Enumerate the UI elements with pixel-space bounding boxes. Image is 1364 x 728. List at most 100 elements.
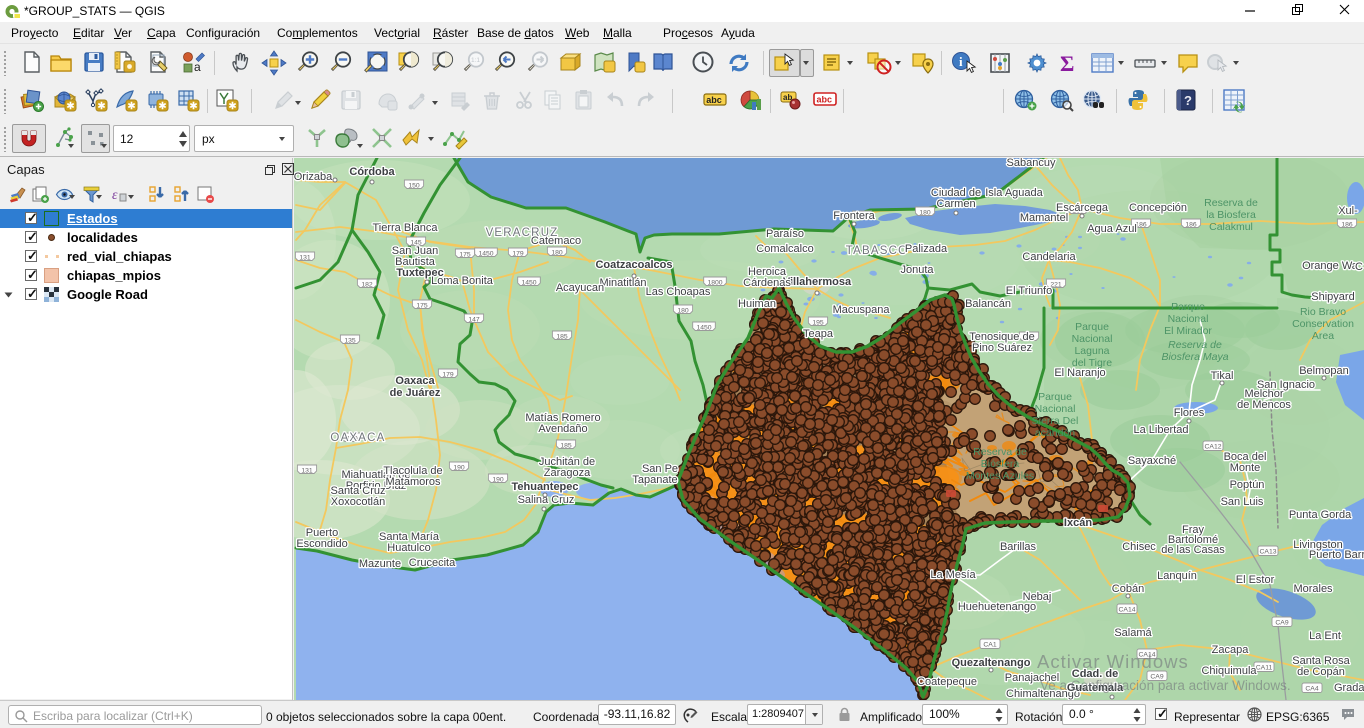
- svg-text:Puerto Barr: Puerto Barr: [1309, 549, 1364, 561]
- svg-text:Sierra Del: Sierra Del: [1032, 415, 1079, 427]
- svg-text:Catemaco: Catemaco: [531, 235, 581, 247]
- svg-text:El Estor: El Estor: [1236, 574, 1275, 586]
- svg-text:Candelaria: Candelaria: [1022, 251, 1076, 263]
- svg-text:180: 180: [919, 210, 931, 217]
- svg-text:Macuspana: Macuspana: [833, 304, 891, 316]
- svg-text:Orange Wa: Orange Wa: [1302, 260, 1359, 272]
- svg-text:Σ: Σ: [1060, 51, 1074, 75]
- svg-text:?: ?: [1184, 93, 1192, 108]
- svg-text:Poptún: Poptún: [1230, 479, 1265, 491]
- svg-text:131: 131: [299, 255, 311, 262]
- svg-text:CA14: CA14: [1118, 607, 1135, 614]
- svg-text:1450: 1450: [478, 251, 493, 258]
- svg-text:Escondido: Escondido: [296, 538, 347, 550]
- svg-text:Isla Aguada: Isla Aguada: [985, 187, 1043, 199]
- svg-text:Parque: Parque: [1171, 301, 1205, 313]
- svg-text:1450: 1450: [696, 325, 711, 332]
- svg-text:El Mirador: El Mirador: [1164, 325, 1212, 337]
- svg-text:Villahermosa: Villahermosa: [783, 276, 852, 288]
- svg-text:de Juárez: de Juárez: [390, 387, 441, 399]
- svg-text:Belmopan: Belmopan: [1299, 365, 1349, 377]
- svg-text:del Tigre: del Tigre: [1072, 357, 1112, 369]
- svg-text:Balancán: Balancán: [965, 298, 1011, 310]
- svg-text:135: 135: [344, 338, 356, 345]
- svg-text:Córdoba: Córdoba: [349, 166, 395, 178]
- svg-text:Tehuantepec: Tehuantepec: [511, 481, 578, 493]
- svg-text:Palizada: Palizada: [905, 243, 948, 255]
- svg-text:190: 190: [492, 477, 504, 484]
- svg-text:Conservation: Conservation: [1292, 318, 1354, 330]
- svg-text:Crucecita: Crucecita: [409, 557, 456, 569]
- svg-text:i: i: [959, 54, 963, 69]
- svg-text:185: 185: [560, 443, 572, 450]
- svg-text:Flores: Flores: [1174, 407, 1205, 419]
- svg-text:Orizaba: Orizaba: [294, 171, 333, 183]
- svg-text:Nacional: Nacional: [1072, 333, 1113, 345]
- svg-text:Monte: Monte: [1230, 462, 1261, 474]
- svg-text:147: 147: [468, 317, 480, 324]
- svg-text:Nacional: Nacional: [1035, 403, 1076, 415]
- svg-text:Huiman: Huiman: [738, 298, 776, 310]
- svg-text:Barillas: Barillas: [1000, 541, 1037, 553]
- svg-text:Paraíso: Paraíso: [766, 228, 804, 240]
- svg-text:Shipyard: Shipyard: [1311, 291, 1354, 303]
- svg-text:Zaragoza: Zaragoza: [544, 467, 591, 479]
- svg-text:CA13: CA13: [1259, 549, 1276, 556]
- svg-text:Coatepeque: Coatepeque: [917, 676, 977, 688]
- svg-text:1450: 1450: [521, 280, 536, 287]
- svg-text:Calakmul: Calakmul: [1209, 221, 1253, 233]
- svg-text:Las Choapas: Las Choapas: [646, 286, 711, 298]
- svg-text:Montes Azules: Montes Azules: [966, 470, 1034, 482]
- svg-text:Tapanate: Tapanate: [632, 474, 677, 486]
- svg-text:abc: abc: [817, 95, 833, 105]
- svg-text:Matamoros: Matamoros: [385, 476, 441, 488]
- svg-text:186: 186: [1185, 222, 1197, 229]
- svg-text:abc: abc: [706, 95, 722, 105]
- svg-text:de las Casas: de las Casas: [1161, 544, 1225, 556]
- svg-text:Escárcega: Escárcega: [1056, 202, 1109, 214]
- svg-text:ε: ε: [112, 188, 118, 203]
- svg-text:Lanquín: Lanquín: [1157, 570, 1197, 582]
- svg-text:Nacional: Nacional: [1168, 313, 1209, 325]
- svg-text:Quezaltenango: Quezaltenango: [952, 657, 1031, 669]
- svg-text:186: 186: [1135, 222, 1147, 229]
- svg-text:Cobán: Cobán: [1112, 583, 1144, 595]
- svg-text:195: 195: [812, 320, 824, 327]
- svg-text:Minatitlán: Minatitlán: [599, 277, 646, 289]
- svg-text:Huatulco: Huatulco: [387, 542, 430, 554]
- svg-text:Chiquimula: Chiquimula: [1201, 665, 1257, 677]
- svg-text:Oaxaca: Oaxaca: [395, 375, 435, 387]
- svg-text:Loma Bonita: Loma Bonita: [431, 275, 494, 287]
- svg-text:Comalcalco: Comalcalco: [756, 243, 813, 255]
- svg-text:180: 180: [677, 308, 689, 315]
- svg-text:Reserva de: Reserva de: [973, 446, 1027, 458]
- svg-text:Zacapa: Zacapa: [1212, 644, 1250, 656]
- svg-text:TABASCO: TABASCO: [846, 245, 909, 257]
- svg-text:CA1: CA1: [983, 642, 996, 649]
- svg-text:185: 185: [556, 334, 568, 341]
- svg-text:Parque: Parque: [1038, 391, 1072, 403]
- svg-text:Parque: Parque: [1075, 321, 1109, 333]
- svg-text:CA12: CA12: [1204, 444, 1221, 451]
- svg-text:Reserva de: Reserva de: [1168, 339, 1222, 351]
- svg-text:179: 179: [512, 251, 524, 258]
- svg-text:Jonuta: Jonuta: [900, 264, 934, 276]
- svg-text:Concepción: Concepción: [1129, 202, 1187, 214]
- svg-text:CA11: CA11: [1256, 665, 1273, 672]
- svg-text:CA4: CA4: [1305, 686, 1318, 693]
- svg-text:Frontera: Frontera: [833, 210, 875, 222]
- svg-text:La Libertad: La Libertad: [1133, 424, 1188, 436]
- svg-text:Cárdenas: Cárdenas: [743, 277, 791, 289]
- svg-text:Xoxocotlán: Xoxocotlán: [331, 496, 385, 508]
- svg-text:Sabancuy: Sabancuy: [1007, 158, 1056, 169]
- svg-text:182: 182: [361, 282, 373, 289]
- svg-text:Biósfera: Biósfera: [981, 458, 1020, 470]
- svg-text:175: 175: [459, 252, 471, 259]
- svg-text:Ixcán: Ixcán: [1064, 517, 1092, 529]
- svg-text:Morales: Morales: [1293, 583, 1333, 595]
- svg-text:Coatzacoalcos: Coatzacoalcos: [595, 259, 672, 271]
- svg-text:Gradas: Gradas: [1334, 682, 1364, 694]
- svg-text:de Copán: de Copán: [1297, 666, 1345, 678]
- svg-text:acandón: acandón: [1035, 427, 1075, 439]
- svg-text:la Biosfera: la Biosfera: [1206, 209, 1256, 221]
